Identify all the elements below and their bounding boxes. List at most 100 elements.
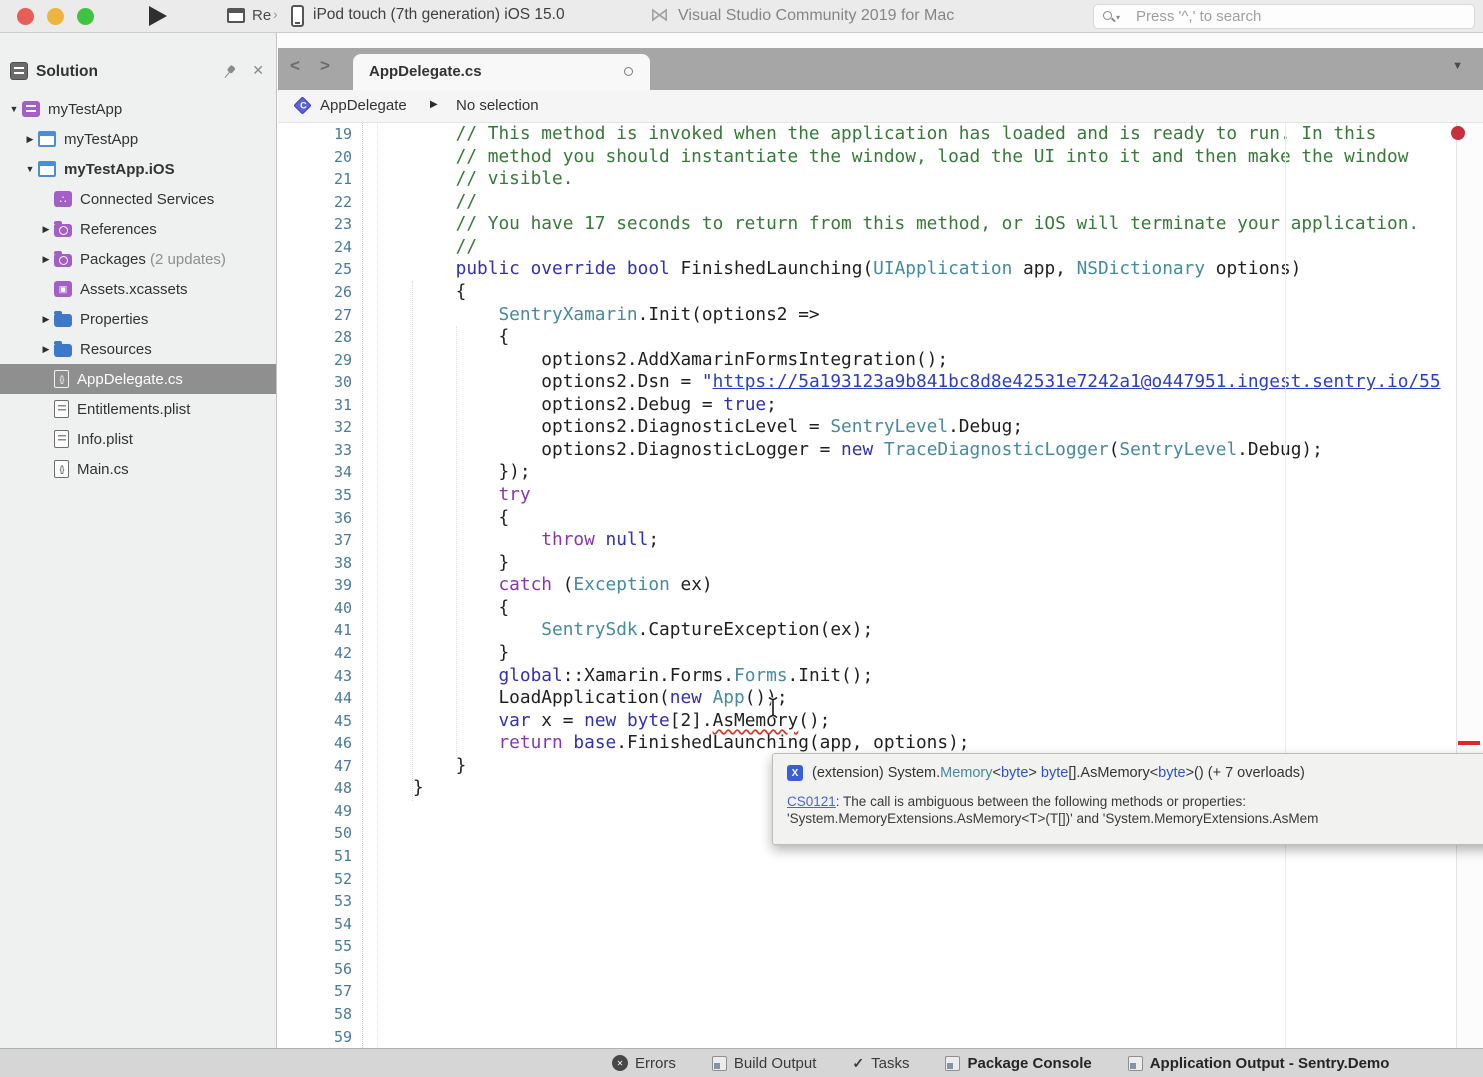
- code-line-32[interactable]: 32 options2.DiagnosticLevel = SentryLeve…: [278, 416, 1483, 439]
- collapse-arrow-icon[interactable]: ▼: [22, 164, 38, 174]
- expand-arrow-icon[interactable]: ▶: [38, 344, 54, 355]
- code-text[interactable]: {: [370, 507, 509, 530]
- code-line-33[interactable]: 33 options2.DiagnosticLogger = new Trace…: [278, 439, 1483, 462]
- code-line-43[interactable]: 43 global::Xamarin.Forms.Forms.Init();: [278, 665, 1483, 688]
- code-line-38[interactable]: 38 }: [278, 552, 1483, 575]
- code-line-57[interactable]: 57: [278, 980, 1483, 1003]
- code-line-23[interactable]: 23 // You have 17 seconds to return from…: [278, 213, 1483, 236]
- code-text[interactable]: options2.Dsn = "https://5a193123a9b841bc…: [370, 371, 1441, 394]
- code-line-22[interactable]: 22 //: [278, 191, 1483, 214]
- scroll-annotation-margin[interactable]: [1456, 123, 1483, 1048]
- run-configuration-selector[interactable]: Re: [252, 7, 271, 24]
- code-text[interactable]: // method you should instantiate the win…: [370, 146, 1408, 169]
- zoom-window-button[interactable]: [77, 8, 94, 25]
- tree-item-packages[interactable]: ▶Packages (2 updates): [0, 244, 276, 274]
- code-line-28[interactable]: 28 {: [278, 326, 1483, 349]
- run-button[interactable]: [149, 6, 167, 26]
- error-code-link[interactable]: CS0121: [787, 794, 836, 809]
- code-line-54[interactable]: 54: [278, 913, 1483, 936]
- code-text[interactable]: return base.FinishedLaunching(app, optio…: [370, 732, 970, 755]
- code-text[interactable]: }: [370, 777, 424, 800]
- tree-item-appdelegate-cs[interactable]: {}AppDelegate.cs: [0, 364, 276, 394]
- tree-item-connected-services[interactable]: ∴Connected Services: [0, 184, 276, 214]
- code-line-26[interactable]: 26 {: [278, 281, 1483, 304]
- navigate-forward-button[interactable]: >: [320, 56, 330, 76]
- code-line-51[interactable]: 51: [278, 845, 1483, 868]
- code-line-44[interactable]: 44 LoadApplication(new App());: [278, 687, 1483, 710]
- code-line-25[interactable]: 25 public override bool FinishedLaunchin…: [278, 258, 1483, 281]
- tree-item-main-cs[interactable]: {}Main.cs: [0, 454, 276, 484]
- code-text[interactable]: throw null;: [370, 529, 659, 552]
- code-text[interactable]: SentrySdk.CaptureException(ex);: [370, 619, 873, 642]
- code-text[interactable]: try: [370, 484, 531, 507]
- code-line-20[interactable]: 20 // method you should instantiate the …: [278, 146, 1483, 169]
- navigate-back-button[interactable]: <: [290, 56, 300, 76]
- pin-icon[interactable]: [219, 62, 239, 82]
- code-line-53[interactable]: 53: [278, 890, 1483, 913]
- code-line-29[interactable]: 29 options2.AddXamarinFormsIntegration()…: [278, 349, 1483, 372]
- code-text[interactable]: }: [370, 755, 466, 778]
- code-text[interactable]: var x = new byte[2].AsMemory();: [370, 710, 830, 733]
- tree-item-assets-xcassets[interactable]: ▣Assets.xcassets: [0, 274, 276, 304]
- footer-tab-application-output-sentry-demo[interactable]: Application Output - Sentry.Demo: [1128, 1055, 1390, 1072]
- footer-tab-tasks[interactable]: ✓Tasks: [852, 1055, 909, 1072]
- tree-item-mytestapp[interactable]: ▶myTestApp: [0, 124, 276, 154]
- error-scroll-marker[interactable]: [1458, 741, 1480, 745]
- code-text[interactable]: options2.DiagnosticLevel = SentryLevel.D…: [370, 416, 1023, 439]
- code-line-37[interactable]: 37 throw null;: [278, 529, 1483, 552]
- code-line-27[interactable]: 27 SentryXamarin.Init(options2 =>: [278, 304, 1483, 327]
- code-line-45[interactable]: 45 var x = new byte[2].AsMemory();: [278, 710, 1483, 733]
- close-window-button[interactable]: [17, 8, 34, 25]
- tree-item-info-plist[interactable]: Info.plist: [0, 424, 276, 454]
- collapse-arrow-icon[interactable]: ▼: [6, 104, 22, 114]
- code-text[interactable]: }: [370, 642, 509, 665]
- code-line-58[interactable]: 58: [278, 1003, 1483, 1026]
- tree-item-entitlements-plist[interactable]: Entitlements.plist: [0, 394, 276, 424]
- code-text[interactable]: // You have 17 seconds to return from th…: [370, 213, 1419, 236]
- code-text[interactable]: // visible.: [370, 168, 573, 191]
- code-text[interactable]: catch (Exception ex): [370, 574, 713, 597]
- breadcrumb-selection[interactable]: No selection: [456, 97, 539, 114]
- code-line-40[interactable]: 40 {: [278, 597, 1483, 620]
- code-line-52[interactable]: 52: [278, 868, 1483, 891]
- global-search-input[interactable]: [1136, 6, 1466, 27]
- code-text[interactable]: public override bool FinishedLaunching(U…: [370, 258, 1301, 281]
- expand-arrow-icon[interactable]: ▶: [38, 314, 54, 325]
- tree-item-references[interactable]: ▶References: [0, 214, 276, 244]
- code-text[interactable]: SentryXamarin.Init(options2 =>: [370, 304, 820, 327]
- code-line-55[interactable]: 55: [278, 935, 1483, 958]
- expand-arrow-icon[interactable]: ▶: [22, 134, 38, 145]
- global-search-field[interactable]: ▾: [1093, 4, 1475, 29]
- code-line-39[interactable]: 39 catch (Exception ex): [278, 574, 1483, 597]
- code-text[interactable]: options2.Debug = true;: [370, 394, 777, 417]
- device-selector[interactable]: iPod touch (7th generation) iOS 15.0: [313, 6, 565, 24]
- expand-arrow-icon[interactable]: ▶: [38, 254, 54, 265]
- code-line-21[interactable]: 21 // visible.: [278, 168, 1483, 191]
- code-text[interactable]: }: [370, 552, 509, 575]
- code-text[interactable]: });: [370, 461, 531, 484]
- code-line-46[interactable]: 46 return base.FinishedLaunching(app, op…: [278, 732, 1483, 755]
- code-line-35[interactable]: 35 try: [278, 484, 1483, 507]
- code-text[interactable]: {: [370, 281, 466, 304]
- code-text[interactable]: options2.DiagnosticLogger = new TraceDia…: [370, 439, 1323, 462]
- tab-list-dropdown-icon[interactable]: ▼: [1452, 60, 1463, 72]
- tree-item-mytestapp-ios[interactable]: ▼myTestApp.iOS: [0, 154, 276, 184]
- code-line-56[interactable]: 56: [278, 958, 1483, 981]
- code-line-30[interactable]: 30 options2.Dsn = "https://5a193123a9b84…: [278, 371, 1483, 394]
- tab-appdelegate[interactable]: AppDelegate.cs: [353, 54, 650, 90]
- code-line-36[interactable]: 36 {: [278, 507, 1483, 530]
- code-line-59[interactable]: 59: [278, 1026, 1483, 1049]
- footer-tab-package-console[interactable]: Package Console: [945, 1055, 1091, 1072]
- code-line-34[interactable]: 34 });: [278, 461, 1483, 484]
- expand-arrow-icon[interactable]: ▶: [38, 224, 54, 235]
- footer-tab-errors[interactable]: ✕Errors: [612, 1055, 676, 1072]
- file-error-indicator-dot[interactable]: [1451, 126, 1465, 140]
- breadcrumb-class[interactable]: AppDelegate: [320, 97, 407, 114]
- tab-modified-icon[interactable]: [624, 67, 633, 76]
- minimize-window-button[interactable]: [47, 8, 64, 25]
- code-line-19[interactable]: 19 // This method is invoked when the ap…: [278, 123, 1483, 146]
- footer-tab-build-output[interactable]: Build Output: [712, 1055, 817, 1072]
- code-text[interactable]: {: [370, 597, 509, 620]
- code-text[interactable]: {: [370, 326, 509, 349]
- code-text[interactable]: // This method is invoked when the appli…: [370, 123, 1376, 146]
